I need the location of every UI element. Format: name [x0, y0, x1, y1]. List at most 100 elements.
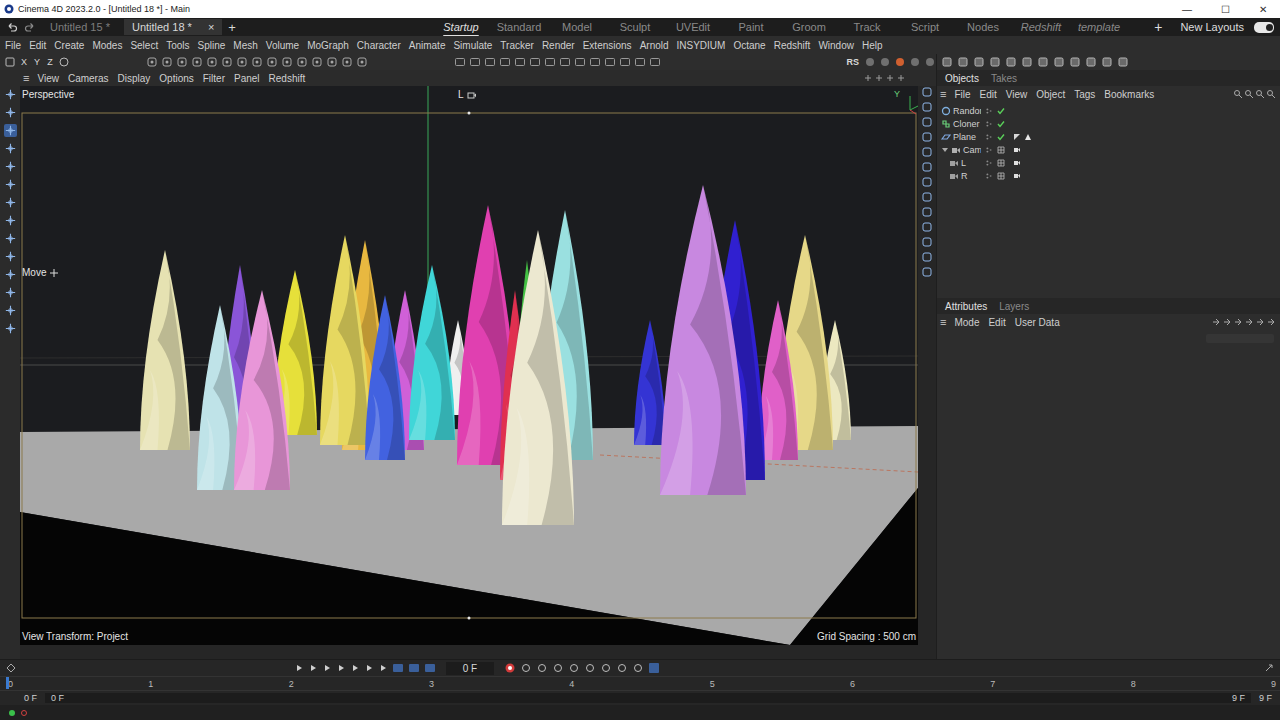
visibility-dots-icon[interactable] — [985, 172, 993, 180]
manager-icon[interactable] — [921, 131, 933, 143]
key-tool-icon[interactable] — [536, 662, 548, 674]
tool-icon[interactable] — [4, 178, 17, 191]
viewport-menu-item[interactable]: Filter — [199, 73, 229, 84]
menu-item[interactable]: Edit — [25, 40, 50, 51]
tool-icon[interactable] — [4, 286, 17, 299]
manager-icon[interactable] — [921, 206, 933, 218]
object-create-icon[interactable] — [1021, 56, 1033, 68]
menu-item[interactable]: Tracker — [496, 40, 538, 51]
camera-tag-icon[interactable] — [1013, 172, 1021, 180]
axis-lock-button[interactable]: X — [19, 57, 29, 67]
menu-item[interactable]: Tools — [162, 40, 193, 51]
menu-item[interactable]: Modes — [88, 40, 126, 51]
object-create-icon[interactable] — [989, 56, 1001, 68]
attributes-nav-icon[interactable] — [1255, 317, 1265, 327]
menu-item[interactable]: Spline — [194, 40, 230, 51]
render-tool-icon[interactable] — [649, 56, 661, 68]
objects-menu-item[interactable]: Bookmarks — [1100, 89, 1158, 100]
autokey-icon[interactable] — [648, 662, 660, 674]
object-create-icon[interactable] — [1053, 56, 1065, 68]
expand-arrow-icon[interactable] — [941, 146, 949, 154]
current-frame-field[interactable]: 0 F — [446, 662, 494, 675]
render-icon[interactable] — [924, 56, 936, 68]
viewport-menu-item[interactable]: Panel — [230, 73, 264, 84]
axis-lock-button[interactable]: Y — [32, 57, 42, 67]
tool-icon[interactable] — [4, 160, 17, 173]
layout-tab[interactable]: Track — [838, 21, 896, 33]
object-create-icon[interactable] — [1101, 56, 1113, 68]
manager-tab[interactable]: Layers — [995, 300, 1033, 313]
object-create-icon[interactable] — [1005, 56, 1017, 68]
coordinate-system-icon[interactable] — [58, 56, 70, 68]
tool-icon[interactable] — [191, 56, 203, 68]
tool-icon[interactable] — [4, 250, 17, 263]
render-tool-icon[interactable] — [454, 56, 466, 68]
window-control[interactable]: ✕ — [1246, 4, 1280, 15]
manager-icon[interactable] — [921, 86, 933, 98]
key-tool-icon[interactable] — [568, 662, 580, 674]
end-frame-field[interactable]: 9 F — [1232, 693, 1245, 703]
manager-icon[interactable] — [921, 221, 933, 233]
time-ruler[interactable]: 0123456789 — [0, 676, 1280, 691]
tool-icon[interactable] — [266, 56, 278, 68]
render-tool-icon[interactable] — [574, 56, 586, 68]
tool-icon[interactable] — [341, 56, 353, 68]
object-row[interactable]: Cam1 — [937, 143, 1280, 156]
preview-range-slider[interactable]: 0 F9 F — [45, 693, 1251, 703]
render-icon[interactable] — [894, 56, 906, 68]
object-row[interactable]: Random — [937, 104, 1280, 117]
render-tool-icon[interactable] — [559, 56, 571, 68]
object-create-icon[interactable] — [1117, 56, 1129, 68]
menu-item[interactable]: Extensions — [579, 40, 636, 51]
enabled-toggle[interactable] — [997, 133, 1007, 141]
tool-icon[interactable] — [4, 106, 17, 119]
attributes-nav-icon[interactable] — [1211, 317, 1221, 327]
loop-mode-icon[interactable] — [424, 662, 436, 674]
manager-icon[interactable] — [921, 161, 933, 173]
objects-menu-item[interactable]: Edit — [976, 89, 1001, 100]
viewport-menu-icon[interactable]: ≡ — [20, 72, 32, 84]
viewport-menu-item[interactable]: Display — [114, 73, 155, 84]
object-create-icon[interactable] — [973, 56, 985, 68]
transport-button-icon[interactable] — [294, 663, 304, 673]
viewport-nav-icon[interactable] — [885, 73, 895, 83]
manager-icon[interactable] — [921, 236, 933, 248]
manager-icon[interactable] — [921, 251, 933, 263]
object-row[interactable]: L — [937, 156, 1280, 169]
transport-button-icon[interactable] — [322, 663, 332, 673]
tool-icon[interactable] — [4, 322, 17, 335]
layout-tab[interactable]: Nodes — [954, 21, 1012, 33]
loop-mode-icon[interactable] — [408, 662, 420, 674]
window-control[interactable]: ☐ — [1208, 4, 1242, 15]
tool-icon[interactable] — [281, 56, 293, 68]
attributes-nav-icon[interactable] — [1233, 317, 1243, 327]
tool-icon[interactable] — [176, 56, 188, 68]
manager-icon[interactable] — [921, 146, 933, 158]
menu-item[interactable]: Render — [538, 40, 579, 51]
render-icon[interactable] — [879, 56, 891, 68]
attributes-nav-icon[interactable] — [1244, 317, 1254, 327]
search-filter-icon[interactable] — [1233, 89, 1243, 99]
menu-item[interactable]: File — [1, 40, 25, 51]
document-tab[interactable]: Untitled 15 * — [42, 19, 118, 35]
loop-mode-icon[interactable] — [392, 662, 404, 674]
tool-icon[interactable] — [4, 196, 17, 209]
viewport-nav-icon[interactable] — [896, 73, 906, 83]
attributes-menu-item[interactable]: Edit — [984, 317, 1009, 328]
tool-icon[interactable] — [206, 56, 218, 68]
render-tool-icon[interactable] — [484, 56, 496, 68]
new-layouts-toggle[interactable] — [1254, 22, 1274, 33]
objects-menu-item[interactable]: File — [950, 89, 974, 100]
transport-button-icon[interactable] — [378, 663, 388, 673]
undo-icon[interactable] — [4, 56, 16, 68]
window-control[interactable]: — — [1170, 4, 1204, 15]
redshift-badge[interactable]: RS — [846, 57, 859, 67]
attributes-menu-icon[interactable]: ≡ — [937, 316, 949, 328]
visibility-dots-icon[interactable] — [985, 159, 993, 167]
objects-menu-item[interactable]: Tags — [1070, 89, 1099, 100]
manager-tab[interactable]: Takes — [987, 72, 1021, 85]
key-tool-icon[interactable] — [552, 662, 564, 674]
tool-icon[interactable] — [236, 56, 248, 68]
objects-menu-item[interactable]: View — [1002, 89, 1032, 100]
attributes-nav-icon[interactable] — [1266, 317, 1276, 327]
